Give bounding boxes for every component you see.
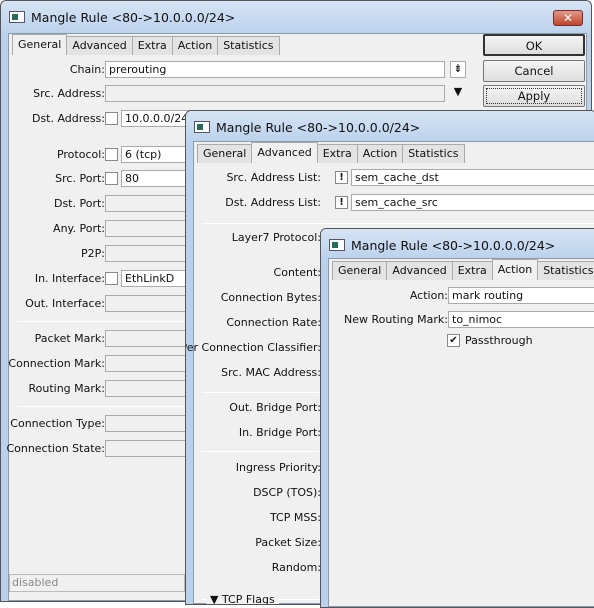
tab-bar: General Advanced Extra Action Statistics xyxy=(12,34,280,55)
tab-advanced[interactable]: Advanced xyxy=(251,142,318,163)
tab-bar: General Advanced Extra Action Statistics xyxy=(332,259,594,280)
tab-statistics[interactable]: Statistics xyxy=(217,36,280,55)
packet-mark-label: Packet Mark: xyxy=(34,332,105,345)
mangle-rule-window-action: Mangle Rule <80->10.0.0.0/24> General Adv… xyxy=(320,228,594,608)
tab-action[interactable]: Action xyxy=(171,36,219,55)
src-port-negate-checkbox[interactable] xyxy=(105,172,118,185)
src-mac-address-label: Src. MAC Address: xyxy=(221,366,321,379)
content-label: Content: xyxy=(273,266,321,279)
passthrough-checkbox[interactable]: ✔ xyxy=(447,334,460,347)
src-address-label: Src. Address: xyxy=(33,87,105,100)
packet-size-label: Packet Size: xyxy=(255,536,321,549)
src-address-list-input[interactable]: sem_cache_dst xyxy=(351,169,594,186)
src-port-label: Src. Port: xyxy=(55,172,105,185)
tab-extra[interactable]: Extra xyxy=(131,36,173,55)
tab-action[interactable]: Action xyxy=(356,144,404,163)
tab-general[interactable]: General xyxy=(12,34,68,55)
ingress-priority-label: Ingress Priority: xyxy=(235,461,321,474)
dst-address-negate-checkbox[interactable] xyxy=(105,112,118,125)
title-bar[interactable]: Mangle Rule <80->10.0.0.0/24> xyxy=(321,229,594,258)
src-address-input[interactable] xyxy=(105,85,445,102)
routing-mark-label: Routing Mark: xyxy=(28,382,105,395)
passthrough-label: Passthrough xyxy=(465,334,533,347)
window-title: Mangle Rule <80->10.0.0.0/24> xyxy=(351,238,556,253)
layer7-protocol-label: Layer7 Protocol: xyxy=(231,231,321,244)
title-bar[interactable]: Mangle Rule <80->10.0.0.0/24> xyxy=(186,111,594,141)
chain-input[interactable]: prerouting xyxy=(105,61,445,78)
new-routing-mark-label: New Routing Mark: xyxy=(344,313,448,326)
per-connection-classifier-label: Per Connection Classifier: xyxy=(185,341,321,354)
status-field: disabled xyxy=(9,574,185,592)
connection-rate-label: Connection Rate: xyxy=(226,316,321,329)
dst-address-label: Dst. Address: xyxy=(31,112,105,125)
src-address-list-label: Src. Address List: xyxy=(226,171,321,184)
action-input[interactable]: mark routing xyxy=(448,287,594,304)
connection-state-label: Connection State: xyxy=(6,442,105,455)
tcp-flags-label: TCP Flags xyxy=(221,593,275,605)
chain-label: Chain: xyxy=(69,63,105,76)
tab-statistics[interactable]: Statistics xyxy=(402,144,465,163)
title-bar[interactable]: Mangle Rule <80->10.0.0.0/24> ✕ xyxy=(1,1,591,33)
in-interface-negate-checkbox[interactable] xyxy=(105,272,118,285)
tab-extra[interactable]: Extra xyxy=(451,261,493,280)
any-port-label: Any. Port: xyxy=(53,222,105,235)
dst-address-list-label: Dst. Address List: xyxy=(225,196,321,209)
new-routing-mark-input[interactable]: to_nimoc xyxy=(448,311,594,328)
action-label: Action: xyxy=(409,289,448,302)
apply-button[interactable]: Apply xyxy=(483,85,585,107)
window-icon xyxy=(194,121,210,133)
dropdown-button-icon[interactable]: ⇟ xyxy=(450,61,466,78)
connection-mark-label: Connection Mark: xyxy=(8,357,105,370)
connection-bytes-label: Connection Bytes: xyxy=(220,291,321,304)
cancel-button[interactable]: Cancel xyxy=(483,60,585,82)
tcp-flags-toggle[interactable]: ▼ TCP Flags xyxy=(206,593,279,605)
tab-advanced[interactable]: Advanced xyxy=(386,261,453,280)
protocol-label: Protocol: xyxy=(56,148,105,161)
dst-address-list-negate-toggle[interactable]: ! xyxy=(335,196,348,209)
tab-action[interactable]: Action xyxy=(491,259,539,280)
window-title: Mangle Rule <80->10.0.0.0/24> xyxy=(31,10,236,25)
window-body: General Advanced Extra Action Statistics ✔ P… xyxy=(328,258,594,607)
tcp-mss-label: TCP MSS: xyxy=(269,511,321,524)
in-interface-label: In. Interface: xyxy=(34,272,105,285)
tab-statistics[interactable]: Statistics xyxy=(537,261,594,280)
close-icon[interactable]: ✕ xyxy=(553,10,583,26)
window-icon xyxy=(329,239,345,251)
p2p-label: P2P: xyxy=(81,247,105,260)
group-divider xyxy=(202,223,594,224)
in-bridge-port-label: In. Bridge Port: xyxy=(238,426,321,439)
tab-general[interactable]: General xyxy=(197,144,253,163)
random-label: Random: xyxy=(271,561,321,574)
protocol-negate-checkbox[interactable] xyxy=(105,148,118,161)
out-bridge-port-label: Out. Bridge Port: xyxy=(229,401,321,414)
ok-button[interactable]: OK xyxy=(483,34,585,56)
window-icon xyxy=(9,11,25,23)
dst-port-label: Dst. Port: xyxy=(53,197,105,210)
tab-advanced[interactable]: Advanced xyxy=(66,36,133,55)
window-title: Mangle Rule <80->10.0.0.0/24> xyxy=(216,120,421,135)
src-address-list-negate-toggle[interactable]: ! xyxy=(335,171,348,184)
dscp-tos-label: DSCP (TOS): xyxy=(253,486,321,499)
tab-extra[interactable]: Extra xyxy=(316,144,358,163)
tab-bar: General Advanced Extra Action Statistics xyxy=(197,142,465,163)
out-interface-label: Out. Interface: xyxy=(25,297,105,310)
dst-address-list-input[interactable]: sem_cache_src xyxy=(351,194,594,211)
connection-type-label: Connection Type: xyxy=(10,417,105,430)
dropdown-arrow-icon[interactable]: ▼ xyxy=(450,85,466,98)
tab-general[interactable]: General xyxy=(332,261,388,280)
